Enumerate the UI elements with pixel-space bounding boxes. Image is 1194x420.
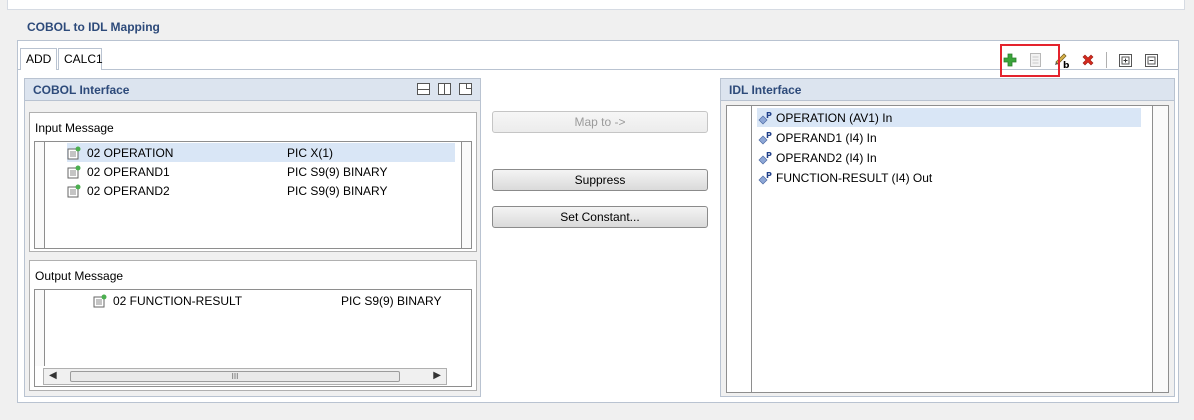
input-message-label: Input Message	[35, 121, 114, 135]
scroll-left-icon[interactable]: ◀	[49, 370, 57, 381]
vertical-scrollbar[interactable]	[1152, 106, 1168, 392]
idl-parameter-icon: P	[757, 131, 773, 145]
idl-interface-header: IDL Interface	[721, 79, 1174, 101]
map-to-label: Map to ->	[574, 115, 626, 129]
expand-all-icon[interactable]	[1115, 51, 1135, 69]
set-constant-button[interactable]: Set Constant...	[492, 206, 708, 228]
idl-parameter-icon: P	[757, 111, 773, 125]
input-message-tree[interactable]: 02 OPERATION PIC X(1) 02 OPERAND1 PIC S9…	[34, 141, 472, 249]
tree-row[interactable]: P OPERAND1 (I4) In	[757, 128, 877, 147]
tree-left-gutter	[35, 290, 45, 366]
suppress-button[interactable]: Suppress	[492, 169, 708, 191]
idl-interface-panel: IDL Interface P OPERATION (AV1) In P OPE…	[720, 78, 1175, 397]
tree-row[interactable]: P FUNCTION-RESULT (I4) Out	[757, 168, 932, 187]
svg-text:b: b	[1063, 61, 1070, 69]
input-message-group: Input Message 02 OPERATION PIC X(1) 02 O…	[29, 112, 477, 252]
idl-interface-title: IDL Interface	[729, 83, 802, 97]
idl-parameter-label: OPERAND1 (I4) In	[776, 130, 877, 145]
idl-parameter-label: OPERATION (AV1) In	[776, 110, 893, 125]
tree-left-gutter	[727, 106, 752, 392]
toolbar-highlight-annotation	[1000, 44, 1060, 77]
cobol-interface-panel: COBOL Interface Input Message 02 OPERATI…	[24, 78, 481, 397]
cobol-field-pic: PIC X(1)	[287, 146, 334, 160]
tree-row[interactable]: 02 FUNCTION-RESULT	[93, 291, 242, 310]
cobol-field-icon	[67, 184, 83, 198]
single-layout-icon[interactable]	[459, 83, 472, 95]
scroll-thumb[interactable]: III	[70, 371, 400, 382]
cobol-interface-header: COBOL Interface	[25, 79, 480, 101]
svg-text:P: P	[766, 131, 772, 140]
cobol-field-name: 02 OPERAND1	[87, 164, 170, 179]
delete-icon[interactable]	[1078, 51, 1098, 69]
idl-parameter-label: OPERAND2 (I4) In	[776, 150, 877, 165]
tab-calc1[interactable]: CALC1	[58, 48, 103, 70]
idl-interface-tree[interactable]: P OPERATION (AV1) In P OPERAND1 (I4) In …	[726, 105, 1169, 393]
tree-left-gutter	[35, 142, 45, 248]
cobol-field-icon	[67, 146, 83, 160]
cobol-field-name: 02 FUNCTION-RESULT	[113, 293, 243, 308]
idl-parameter-icon: P	[757, 151, 773, 165]
cobol-field-icon	[93, 294, 109, 308]
tree-row[interactable]: 02 OPERATION	[67, 143, 455, 162]
cobol-field-pic: PIC S9(9) BINARY	[287, 165, 388, 179]
svg-text:P: P	[766, 111, 772, 120]
scroll-thumb-grip: III	[231, 372, 239, 381]
svg-text:P: P	[766, 151, 772, 160]
layout-toggle-group	[417, 83, 472, 95]
map-to-button[interactable]: Map to ->	[492, 111, 708, 133]
cobol-field-name: 02 OPERAND2	[87, 183, 170, 198]
cobol-field-pic: PIC S9(9) BINARY	[287, 184, 388, 198]
scroll-right-icon[interactable]: ▶	[433, 370, 441, 381]
vertical-layout-icon[interactable]	[438, 83, 451, 95]
tree-row[interactable]: 02 OPERAND1	[67, 162, 170, 181]
output-message-group: Output Message 02 FUNCTION-RESULT PIC S9…	[29, 260, 477, 391]
collapse-all-icon[interactable]	[1141, 51, 1161, 69]
tree-row[interactable]: 02 OPERAND2	[67, 181, 170, 200]
output-message-label: Output Message	[35, 269, 124, 283]
idl-parameter-label: FUNCTION-RESULT (I4) Out	[776, 170, 933, 185]
tree-row[interactable]: P OPERATION (AV1) In	[757, 108, 1141, 127]
vertical-scrollbar[interactable]	[461, 142, 471, 248]
tab-add[interactable]: ADD	[20, 48, 57, 70]
suppress-label: Suppress	[574, 173, 626, 187]
horizontal-layout-icon[interactable]	[417, 83, 430, 95]
cobol-field-name: 02 OPERATION	[87, 145, 174, 160]
outer-frame-top	[7, 0, 1185, 10]
output-message-tree[interactable]: 02 FUNCTION-RESULT PIC S9(9) BINARY ◀ II…	[34, 289, 472, 387]
horizontal-scrollbar[interactable]: ◀ III ▶	[43, 368, 447, 385]
set-constant-label: Set Constant...	[560, 210, 640, 224]
page-title: COBOL to IDL Mapping	[27, 20, 160, 34]
toolbar-separator	[1106, 52, 1107, 68]
cobol-field-icon	[67, 165, 83, 179]
tree-row[interactable]: P OPERAND2 (I4) In	[757, 148, 877, 167]
svg-text:P: P	[766, 171, 772, 180]
cobol-field-pic: PIC S9(9) BINARY	[341, 294, 442, 308]
idl-parameter-icon: P	[757, 171, 773, 185]
cobol-interface-title: COBOL Interface	[33, 83, 130, 97]
